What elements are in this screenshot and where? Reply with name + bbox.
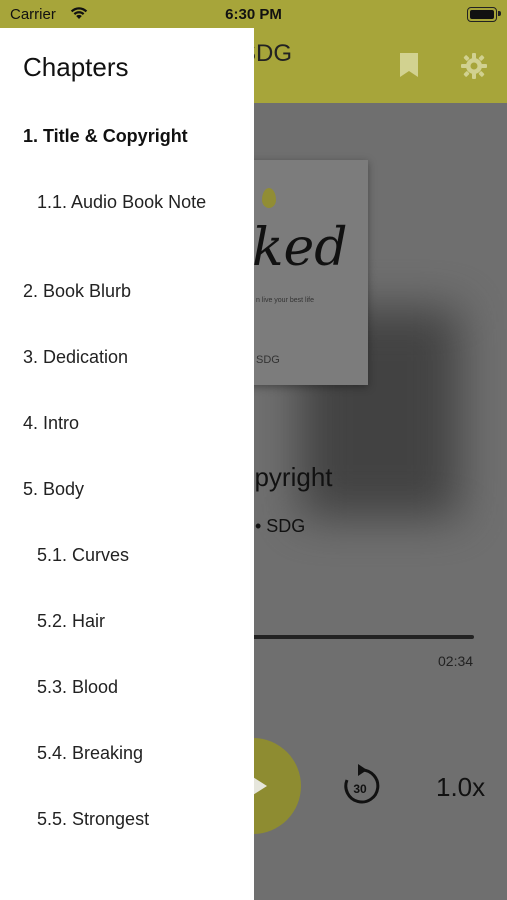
duration-label: 02:34 xyxy=(438,653,474,669)
playback-speed[interactable]: 1.0x xyxy=(436,772,485,803)
chapter-item[interactable]: 1.1. Audio Book Note xyxy=(37,191,217,214)
chapter-item[interactable]: 5.5. Strongest xyxy=(37,808,217,831)
chapter-item[interactable]: 4. Intro xyxy=(23,412,223,435)
forward-30-icon[interactable]: 30 xyxy=(340,762,380,808)
chapter-item[interactable]: 3. Dedication xyxy=(23,346,223,369)
forward-30-label: 30 xyxy=(353,782,367,796)
cover-title: ked xyxy=(252,218,348,278)
cover-tagline: n live your best life xyxy=(256,297,314,304)
status-time: 6:30 PM xyxy=(225,6,282,23)
book-cover: ked n live your best life SDG xyxy=(240,160,368,385)
status-bar: Carrier 6:30 PM xyxy=(0,0,507,28)
gear-icon[interactable] xyxy=(460,52,488,80)
battery-tip xyxy=(498,11,501,16)
cover-author: SDG xyxy=(256,354,280,366)
chapter-item[interactable]: 5.2. Hair xyxy=(37,610,217,633)
chapter-item[interactable]: 5.1. Curves xyxy=(37,544,217,567)
battery-icon xyxy=(467,7,497,22)
bookmark-icon[interactable] xyxy=(398,52,420,78)
chapter-item[interactable]: 5. Body xyxy=(23,478,223,501)
chapters-drawer: Chapters 1. Title & Copyright 1.1. Audio… xyxy=(0,28,254,900)
drawer-heading: Chapters xyxy=(23,52,129,82)
track-subtitle: • SDG xyxy=(255,516,306,536)
drop-logo-icon xyxy=(262,188,276,208)
progress-bar[interactable] xyxy=(240,635,474,639)
chapter-item[interactable]: 1. Title & Copyright xyxy=(23,125,223,148)
chapter-item[interactable]: 5.3. Blood xyxy=(37,676,217,699)
chapter-item[interactable]: 5.4. Breaking xyxy=(37,742,217,765)
chapter-item[interactable]: 2. Book Blurb xyxy=(23,280,223,303)
